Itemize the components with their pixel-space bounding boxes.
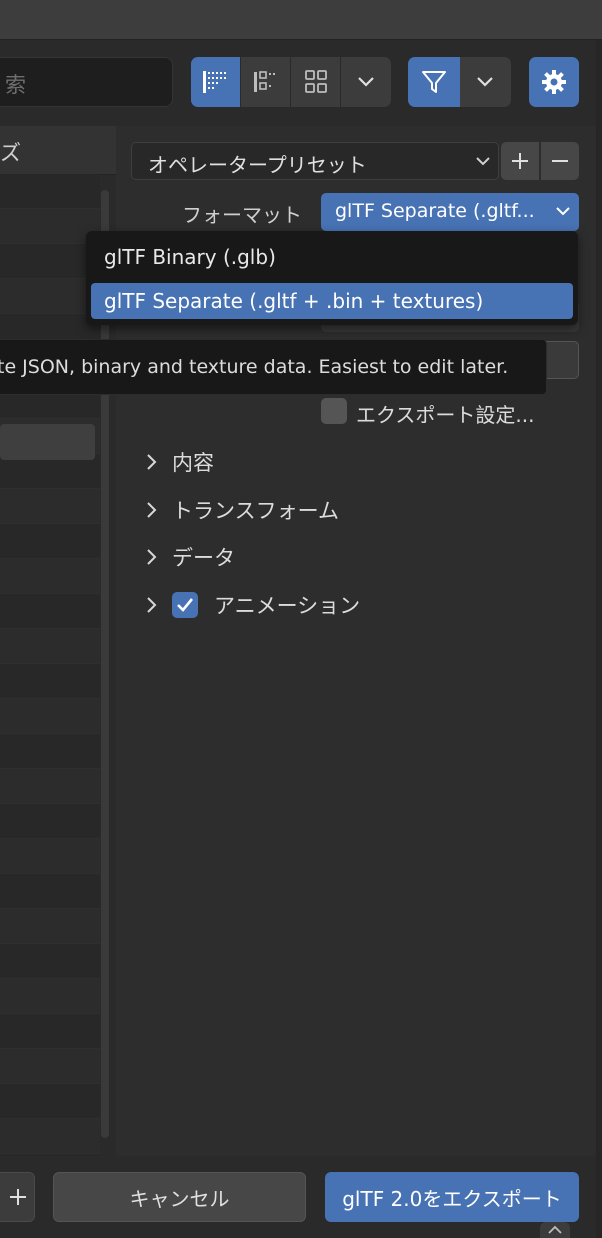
list-item[interactable] bbox=[0, 769, 100, 804]
thumbnail-vertical-icon bbox=[253, 71, 275, 92]
format-tooltip: te JSON, binary and texture data. Easies… bbox=[0, 339, 547, 395]
grid-view-button[interactable] bbox=[291, 57, 341, 107]
list-item[interactable] bbox=[0, 1119, 100, 1154]
file-list-scrollbar[interactable] bbox=[101, 190, 109, 1138]
chevron-right-icon bbox=[147, 502, 157, 518]
list-icon bbox=[202, 71, 226, 93]
display-mode-group bbox=[191, 57, 391, 107]
chevron-down-icon bbox=[556, 207, 570, 216]
list-item[interactable] bbox=[0, 909, 100, 944]
list-item[interactable] bbox=[0, 839, 100, 874]
selected-list-item[interactable] bbox=[0, 424, 95, 460]
vertical-thumbnail-button[interactable] bbox=[241, 57, 291, 107]
window-edge bbox=[596, 40, 602, 1238]
export-button[interactable]: glTF 2.0をエクスポート bbox=[325, 1172, 579, 1222]
tooltip-text: te JSON, binary and texture data. Easies… bbox=[0, 356, 509, 378]
format-selected-value: glTF Separate (.gltf... bbox=[335, 200, 535, 222]
list-item[interactable] bbox=[0, 559, 100, 594]
section-label: データ bbox=[172, 546, 235, 570]
section-label: トランスフォーム bbox=[172, 499, 339, 523]
menu-item-label: glTF Separate (.gltf + .bin + textures) bbox=[104, 289, 484, 313]
menu-item-gltf-binary[interactable]: glTF Binary (.glb) bbox=[91, 239, 573, 275]
filter-options-dropdown[interactable] bbox=[460, 57, 512, 107]
add-button[interactable] bbox=[0, 1172, 35, 1222]
search-input[interactable]: 索 bbox=[0, 57, 173, 107]
list-item[interactable] bbox=[0, 629, 100, 664]
list-item[interactable] bbox=[0, 699, 100, 734]
format-label: フォーマット bbox=[182, 203, 302, 227]
section-transform[interactable]: トランスフォーム bbox=[142, 495, 339, 525]
list-item[interactable] bbox=[0, 174, 100, 209]
plus-icon bbox=[512, 153, 528, 169]
grid-icon bbox=[304, 70, 327, 93]
list-item[interactable] bbox=[0, 1049, 100, 1084]
section-label: アニメーション bbox=[214, 594, 361, 618]
list-item[interactable] bbox=[0, 524, 100, 559]
collapse-footer-handle[interactable] bbox=[540, 1222, 570, 1238]
chevron-right-icon bbox=[147, 549, 157, 565]
chevron-up-icon bbox=[548, 1225, 562, 1234]
list-item[interactable] bbox=[0, 664, 100, 699]
chevron-down-icon bbox=[476, 157, 490, 166]
list-item[interactable] bbox=[0, 979, 100, 1014]
gear-icon bbox=[542, 70, 566, 94]
view-options-dropdown[interactable] bbox=[341, 57, 391, 107]
settings-button[interactable] bbox=[529, 57, 579, 107]
remove-preset-button[interactable] bbox=[541, 142, 579, 180]
list-item[interactable] bbox=[0, 944, 100, 979]
window-title-bar bbox=[0, 0, 602, 40]
chevron-down-icon bbox=[477, 77, 494, 87]
chevron-right-icon bbox=[147, 454, 157, 470]
search-placeholder: 索 bbox=[5, 73, 26, 97]
export-settings-checkbox[interactable] bbox=[321, 398, 347, 424]
filter-toggle-button[interactable] bbox=[408, 57, 460, 107]
plus-icon bbox=[10, 1189, 26, 1205]
filter-group bbox=[408, 57, 511, 107]
list-item[interactable] bbox=[0, 874, 100, 909]
operator-preset-dropdown[interactable]: オペレータープリセット bbox=[131, 142, 499, 180]
export-settings-label: エクスポート設定... bbox=[356, 403, 535, 427]
format-dropdown[interactable]: glTF Separate (.gltf... bbox=[321, 193, 579, 231]
list-item[interactable] bbox=[0, 1084, 100, 1119]
checkmark-icon bbox=[177, 598, 194, 612]
operator-preset-label: オペレータープリセット bbox=[148, 153, 367, 177]
animation-checkbox[interactable] bbox=[172, 592, 198, 618]
chevron-right-icon bbox=[147, 597, 157, 613]
list-item[interactable] bbox=[0, 804, 100, 839]
add-preset-button[interactable] bbox=[501, 142, 539, 180]
minus-icon bbox=[552, 160, 568, 162]
list-item[interactable] bbox=[0, 279, 100, 314]
section-label: 内容 bbox=[172, 451, 214, 475]
list-view-button[interactable] bbox=[191, 57, 241, 107]
list-item[interactable] bbox=[0, 489, 100, 524]
list-item[interactable] bbox=[0, 1014, 100, 1049]
file-rows bbox=[0, 174, 100, 1156]
filter-icon bbox=[421, 71, 446, 93]
cancel-button[interactable]: キャンセル bbox=[53, 1172, 306, 1222]
chevron-down-icon bbox=[358, 77, 374, 87]
list-item[interactable] bbox=[0, 734, 100, 769]
menu-item-gltf-separate[interactable]: glTF Separate (.gltf + .bin + textures) bbox=[91, 283, 573, 319]
format-dropdown-menu: glTF Binary (.glb) glTF Separate (.gltf … bbox=[86, 231, 578, 325]
section-content[interactable]: 内容 bbox=[142, 447, 214, 477]
menu-item-label: glTF Binary (.glb) bbox=[104, 245, 276, 269]
list-item[interactable] bbox=[0, 244, 100, 279]
list-item[interactable] bbox=[0, 594, 100, 629]
list-item[interactable] bbox=[0, 209, 100, 244]
column-header[interactable]: ズ bbox=[0, 126, 116, 175]
column-header-label: ズ bbox=[0, 141, 21, 165]
section-data[interactable]: データ bbox=[142, 542, 235, 572]
